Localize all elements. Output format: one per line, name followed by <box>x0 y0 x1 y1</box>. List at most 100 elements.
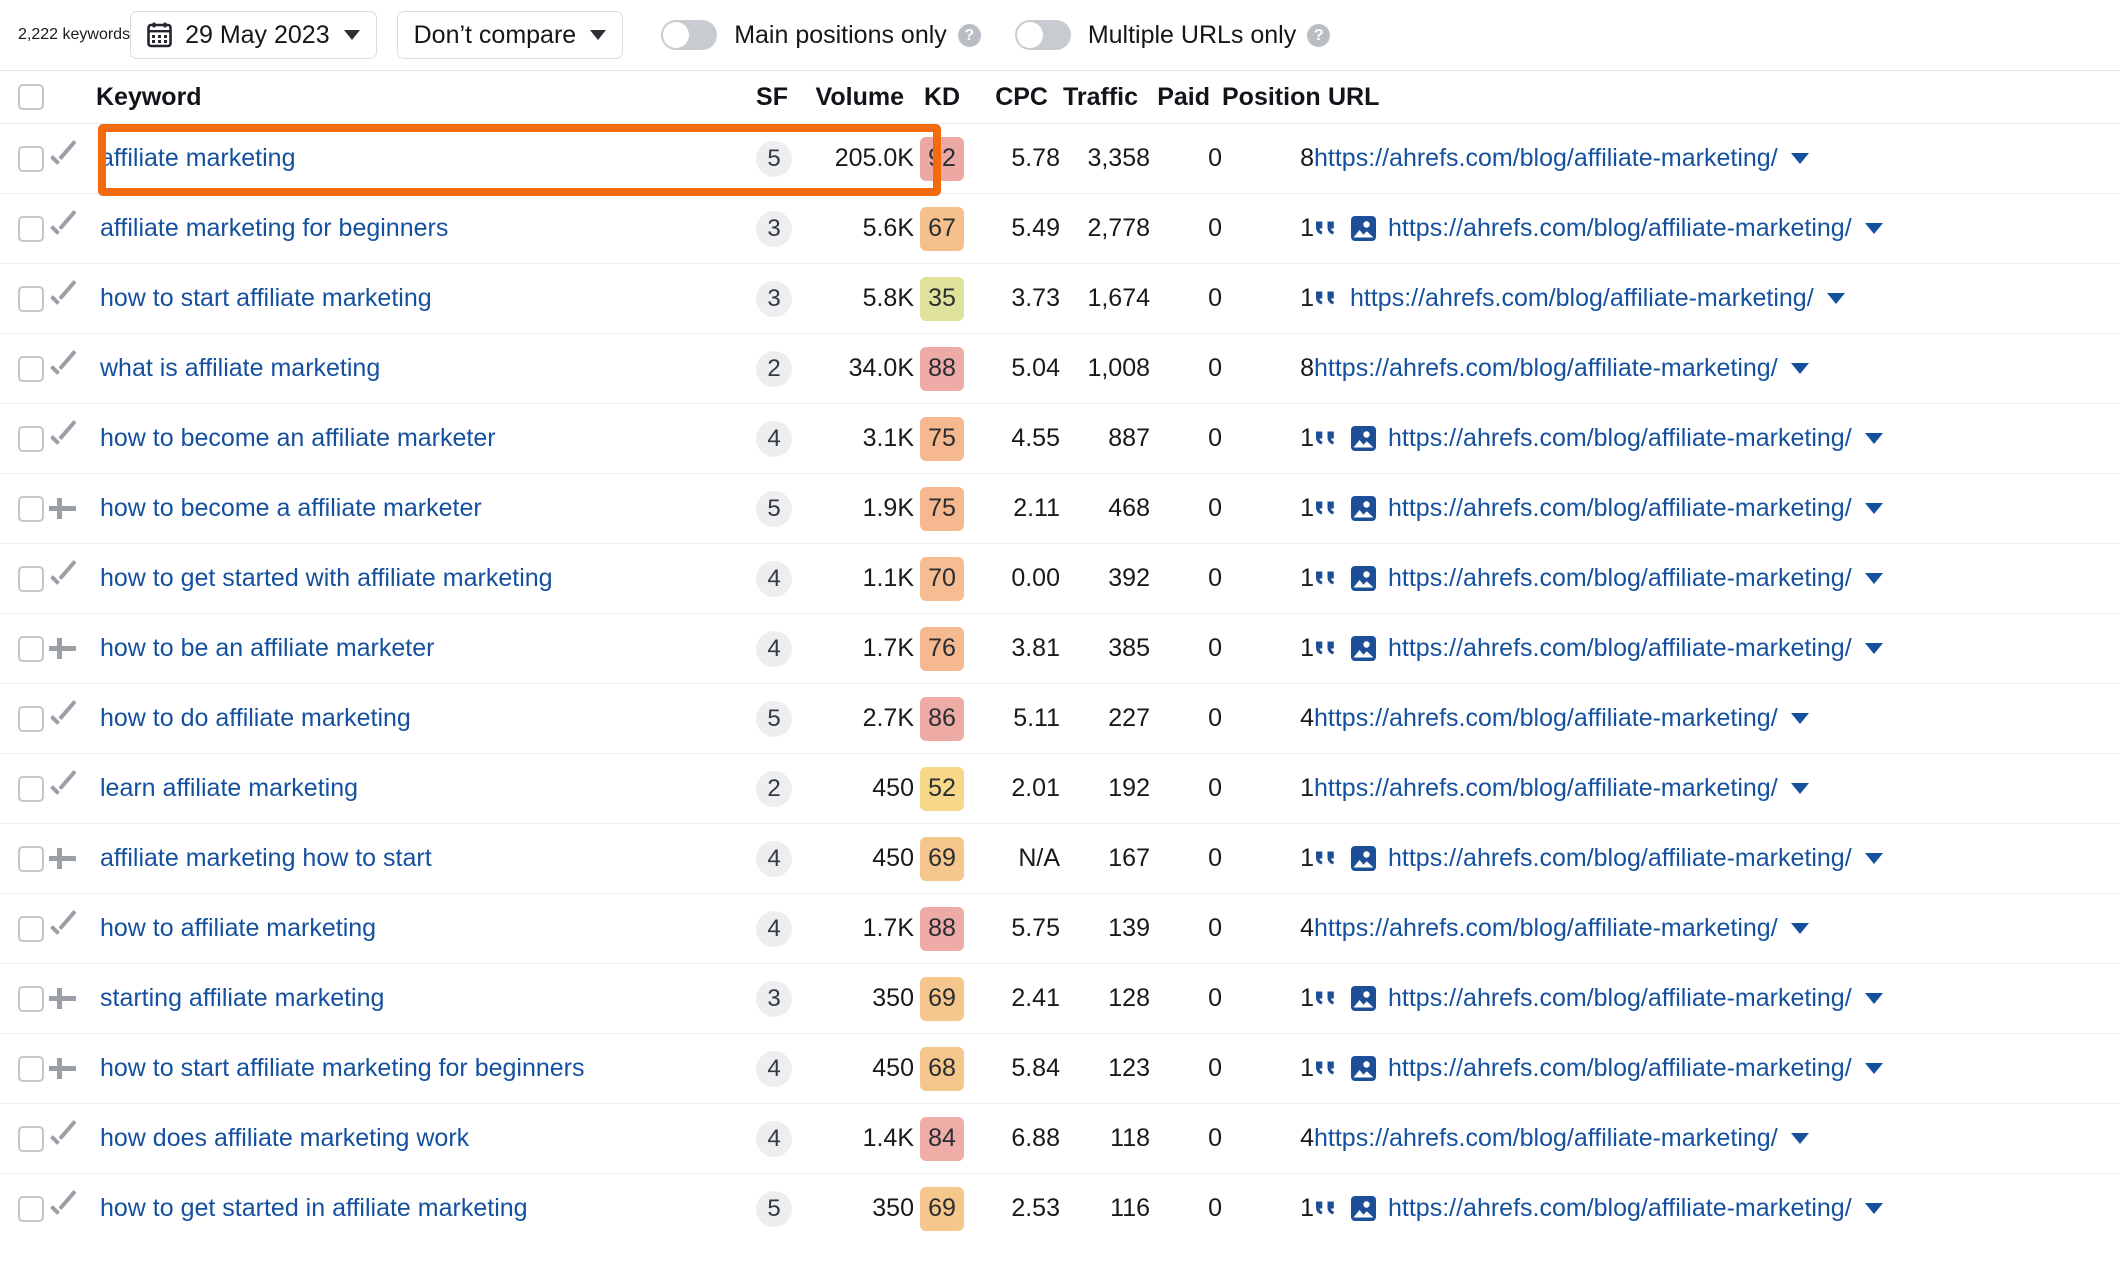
check-icon[interactable] <box>46 212 80 246</box>
check-icon[interactable] <box>46 702 80 736</box>
compare-dropdown-button[interactable]: Don’t compare <box>397 11 624 59</box>
column-header-position[interactable]: Position <box>1222 71 1314 124</box>
column-header-kd[interactable]: KD <box>914 71 970 124</box>
plus-icon[interactable] <box>46 842 80 876</box>
row-checkbox[interactable] <box>18 146 44 172</box>
keyword-link[interactable]: how to do affiliate marketing <box>96 704 411 733</box>
url-link[interactable]: https://ahrefs.com/blog/affiliate-market… <box>1388 494 1852 523</box>
column-header-volume[interactable]: Volume <box>792 71 914 124</box>
help-icon[interactable]: ? <box>1307 24 1330 47</box>
table-row[interactable]: how does affiliate marketing work41.4K84… <box>0 1104 2120 1174</box>
chevron-down-icon[interactable] <box>1865 433 1883 444</box>
keyword-link[interactable]: how to affiliate marketing <box>96 914 376 943</box>
table-row[interactable]: how to become an affiliate marketer43.1K… <box>0 404 2120 474</box>
table-row[interactable]: how to be an affiliate marketer41.7K763.… <box>0 614 2120 684</box>
chevron-down-icon[interactable] <box>1791 923 1809 934</box>
plus-icon[interactable] <box>46 492 80 526</box>
chevron-down-icon[interactable] <box>1865 573 1883 584</box>
table-row[interactable]: affiliate marketing how to start445069N/… <box>0 824 2120 894</box>
row-checkbox[interactable] <box>18 216 44 242</box>
row-checkbox[interactable] <box>18 426 44 452</box>
url-link[interactable]: https://ahrefs.com/blog/affiliate-market… <box>1388 844 1852 873</box>
help-icon[interactable]: ? <box>958 24 981 47</box>
table-row[interactable]: how to affiliate marketing41.7K885.75139… <box>0 894 2120 964</box>
date-range-button[interactable]: 29 May 2023 <box>130 11 377 59</box>
keyword-link[interactable]: how to get started in affiliate marketin… <box>96 1194 528 1223</box>
keyword-link[interactable]: learn affiliate marketing <box>96 774 358 803</box>
row-checkbox[interactable] <box>18 1126 44 1152</box>
table-row[interactable]: how to start affiliate marketing for beg… <box>0 1034 2120 1104</box>
keyword-link[interactable]: affiliate marketing <box>96 144 295 173</box>
table-row[interactable]: affiliate marketing for beginners35.6K67… <box>0 194 2120 264</box>
chevron-down-icon[interactable] <box>1865 223 1883 234</box>
plus-icon[interactable] <box>46 982 80 1016</box>
column-header-url[interactable]: URL <box>1314 71 2120 124</box>
main-positions-only-toggle[interactable] <box>661 20 717 50</box>
plus-icon[interactable] <box>46 1052 80 1086</box>
row-checkbox[interactable] <box>18 846 44 872</box>
row-checkbox[interactable] <box>18 1196 44 1222</box>
url-link[interactable]: https://ahrefs.com/blog/affiliate-market… <box>1314 354 1778 383</box>
row-checkbox[interactable] <box>18 1056 44 1082</box>
check-icon[interactable] <box>46 352 80 386</box>
keyword-link[interactable]: affiliate marketing for beginners <box>96 214 448 243</box>
keyword-link[interactable]: how to start affiliate marketing <box>96 284 432 313</box>
keyword-link[interactable]: how to get started with affiliate market… <box>96 564 553 593</box>
column-header-traffic[interactable]: Traffic <box>1060 71 1150 124</box>
column-header-sf[interactable]: SF <box>742 71 792 124</box>
chevron-down-icon[interactable] <box>1865 853 1883 864</box>
chevron-down-icon[interactable] <box>1791 783 1809 794</box>
plus-icon[interactable] <box>46 632 80 666</box>
url-link[interactable]: https://ahrefs.com/blog/affiliate-market… <box>1314 1124 1778 1153</box>
chevron-down-icon[interactable] <box>1865 993 1883 1004</box>
chevron-down-icon[interactable] <box>1791 153 1809 164</box>
column-header-keyword[interactable]: Keyword <box>96 71 742 124</box>
row-checkbox[interactable] <box>18 566 44 592</box>
url-link[interactable]: https://ahrefs.com/blog/affiliate-market… <box>1388 424 1852 453</box>
check-icon[interactable] <box>46 282 80 316</box>
url-link[interactable]: https://ahrefs.com/blog/affiliate-market… <box>1388 1194 1852 1223</box>
row-checkbox[interactable] <box>18 776 44 802</box>
keyword-link[interactable]: affiliate marketing how to start <box>96 844 432 873</box>
column-header-cpc[interactable]: CPC <box>970 71 1060 124</box>
keyword-link[interactable]: how does affiliate marketing work <box>96 1124 469 1153</box>
row-checkbox[interactable] <box>18 916 44 942</box>
keyword-link[interactable]: how to become an affiliate marketer <box>96 424 496 453</box>
url-link[interactable]: https://ahrefs.com/blog/affiliate-market… <box>1388 634 1852 663</box>
row-checkbox[interactable] <box>18 986 44 1012</box>
table-row[interactable]: learn affiliate marketing2450522.0119201… <box>0 754 2120 824</box>
chevron-down-icon[interactable] <box>1791 363 1809 374</box>
check-icon[interactable] <box>46 1122 80 1156</box>
url-link[interactable]: https://ahrefs.com/blog/affiliate-market… <box>1314 704 1778 733</box>
column-header-paid[interactable]: Paid <box>1150 71 1222 124</box>
select-all-checkbox[interactable] <box>18 84 44 110</box>
check-icon[interactable] <box>46 142 80 176</box>
table-row[interactable]: how to get started with affiliate market… <box>0 544 2120 614</box>
url-link[interactable]: https://ahrefs.com/blog/affiliate-market… <box>1314 774 1778 803</box>
chevron-down-icon[interactable] <box>1865 1203 1883 1214</box>
url-link[interactable]: https://ahrefs.com/blog/affiliate-market… <box>1388 214 1852 243</box>
table-row[interactable]: how to do affiliate marketing52.7K865.11… <box>0 684 2120 754</box>
row-checkbox[interactable] <box>18 286 44 312</box>
check-icon[interactable] <box>46 1192 80 1226</box>
keyword-link[interactable]: what is affiliate marketing <box>96 354 380 383</box>
chevron-down-icon[interactable] <box>1827 293 1845 304</box>
url-link[interactable]: https://ahrefs.com/blog/affiliate-market… <box>1388 1054 1852 1083</box>
keyword-link[interactable]: how to become a affiliate marketer <box>96 494 482 523</box>
check-icon[interactable] <box>46 562 80 596</box>
table-row[interactable]: starting affiliate marketing3350692.4112… <box>0 964 2120 1034</box>
table-row[interactable]: affiliate marketing5205.0K925.783,35808h… <box>0 124 2120 194</box>
check-icon[interactable] <box>46 772 80 806</box>
check-icon[interactable] <box>46 912 80 946</box>
url-link[interactable]: https://ahrefs.com/blog/affiliate-market… <box>1388 564 1852 593</box>
table-row[interactable]: how to get started in affiliate marketin… <box>0 1174 2120 1244</box>
keyword-link[interactable]: how to be an affiliate marketer <box>96 634 434 663</box>
url-link[interactable]: https://ahrefs.com/blog/affiliate-market… <box>1314 144 1778 173</box>
url-link[interactable]: https://ahrefs.com/blog/affiliate-market… <box>1388 984 1852 1013</box>
row-checkbox[interactable] <box>18 706 44 732</box>
table-row[interactable]: what is affiliate marketing234.0K885.041… <box>0 334 2120 404</box>
multiple-urls-only-toggle[interactable] <box>1015 20 1071 50</box>
chevron-down-icon[interactable] <box>1865 1063 1883 1074</box>
row-checkbox[interactable] <box>18 356 44 382</box>
url-link[interactable]: https://ahrefs.com/blog/affiliate-market… <box>1314 914 1778 943</box>
